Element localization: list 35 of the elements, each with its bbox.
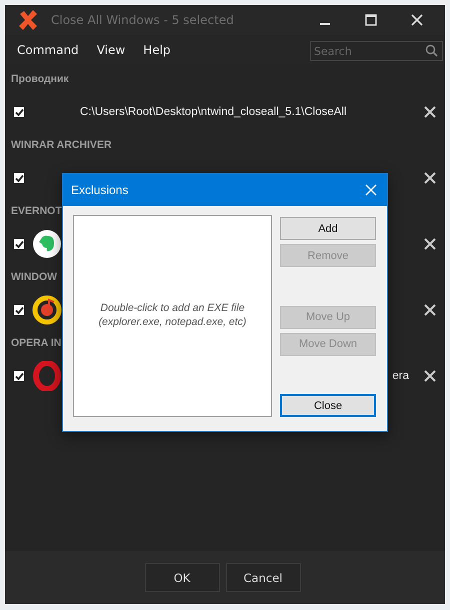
dialog-title: Exclusions [71,183,128,197]
remove-icon[interactable] [424,106,436,118]
remove-icon[interactable] [424,304,436,316]
group-header: WINRAR ARCHIVER [10,138,112,153]
checkbox[interactable] [14,239,24,249]
maximize-icon[interactable] [365,14,377,26]
group-header: Проводник [10,72,69,87]
dialog-button[interactable]: Cancel [226,563,300,592]
remove-icon[interactable] [424,172,436,184]
dialog-button[interactable]: OK [144,563,220,592]
close-icon[interactable] [411,14,423,26]
checkbox[interactable] [14,107,24,117]
menu-item[interactable]: Help [143,42,171,56]
group-header: OPERA IN [10,336,62,351]
x-logo-icon [17,9,39,31]
dialog-button[interactable]: Add [280,217,376,240]
hint-text: Double-click to add an EXE file (explorer.exe, notepad.exe, etc) [98,302,246,330]
remove-icon[interactable] [424,370,436,382]
checkbox[interactable] [14,173,24,183]
checkbox[interactable] [14,371,24,381]
menu-item[interactable]: Command [17,42,79,56]
remove-icon[interactable] [424,238,436,250]
group-header: EVERNOT [10,204,62,219]
window-title: Close All Windows - 5 selected [51,13,235,27]
music-app-icon [32,295,62,325]
group-header: WINDOW [10,270,58,285]
search-field[interactable]: Search [310,41,443,61]
menu-item[interactable]: View [96,42,126,56]
window-path: era [392,370,409,382]
ring-logo-icon [33,361,61,391]
window-path: C:\Users\Root\Desktop\ntwind_closeall_5.1\CloseAll [80,106,347,118]
dialog-button[interactable]: Close [280,394,376,417]
search-icon[interactable] [425,44,438,56]
exclusions-list[interactable]: Double-click to add an EXE file (explorer.exe, notepad.exe, etc) [73,215,272,417]
checkbox[interactable] [14,305,24,315]
